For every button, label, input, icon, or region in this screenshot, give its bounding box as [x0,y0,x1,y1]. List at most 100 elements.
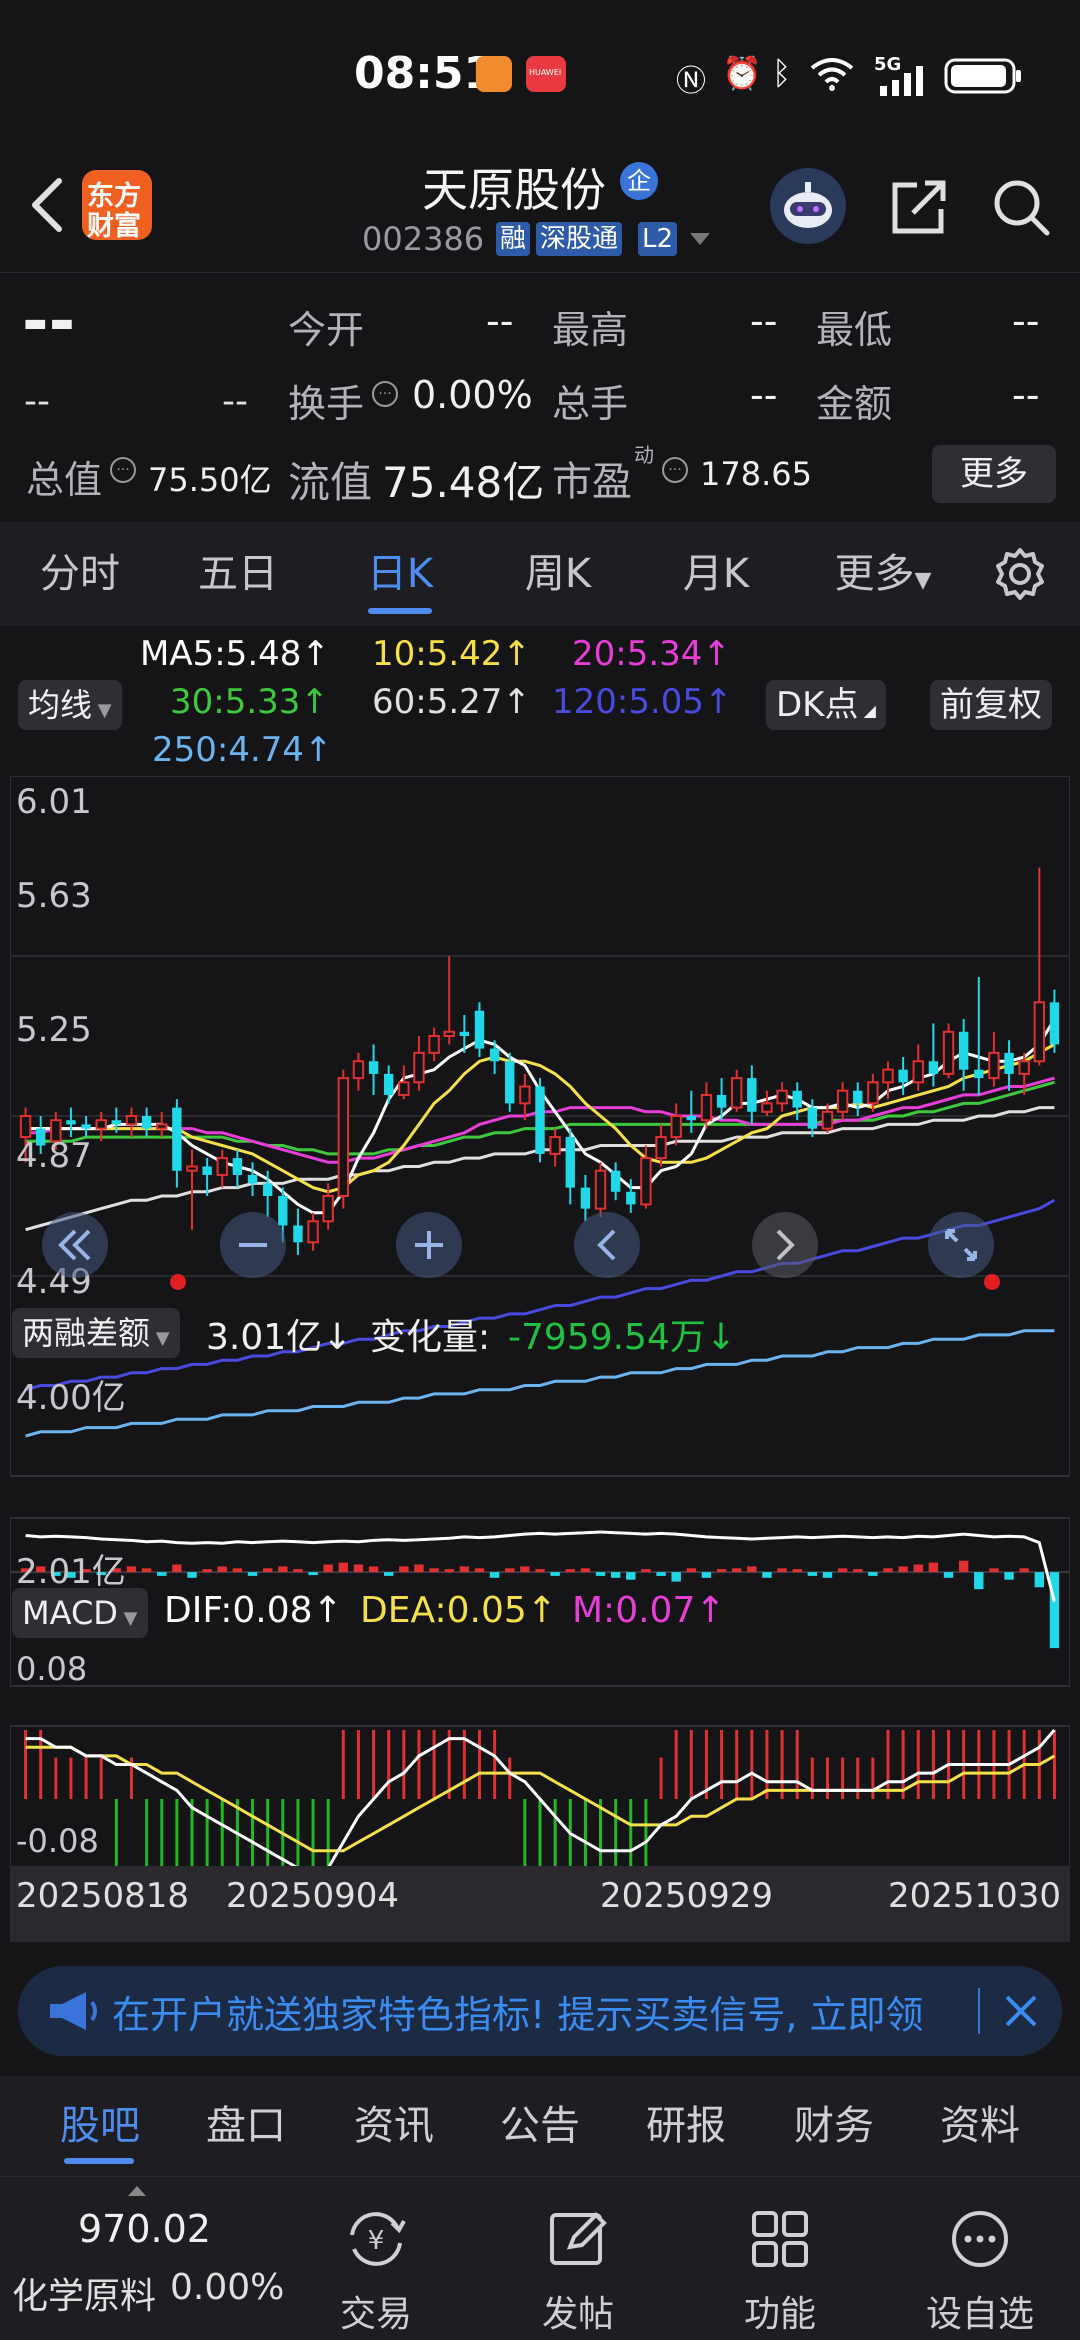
chevron-down-icon[interactable] [690,232,710,251]
margin-bar [1034,1572,1044,1588]
tab-weekly-k[interactable]: 周K [498,522,618,626]
low-label: 最低 [816,308,893,352]
ma60-legend: 60:5.27↑ [372,682,531,722]
margin-bar [943,1572,954,1578]
candle-body [958,1031,969,1070]
margin-change: -7959.54万↓ [508,1308,736,1360]
promo-banner[interactable]: 在开户就送独家特色指标! 提示买卖信号, 立即领 [18,1966,1062,2056]
info-tabs: 股吧 盘口 资讯 公告 研报 财务 资料 [0,2076,1080,2176]
more-dots-icon [952,2211,1008,2267]
dk-point-button[interactable]: DK点 ◢ [766,680,886,730]
info-icon[interactable]: ··· [662,457,688,483]
date-label: 20251030 [888,1876,1062,1916]
tab-monthly-k[interactable]: 月K [656,522,776,626]
edit-icon [550,2212,607,2265]
tab-intraday[interactable]: 分时 [20,522,140,626]
scroll-right-icon[interactable] [752,1212,818,1278]
candle-body [535,1086,545,1154]
adjust-button[interactable]: 前复权 [930,680,1052,730]
margin-bar [202,1569,212,1573]
add-watchlist-button[interactable]: 设自选 [910,2177,1050,2340]
huawei-app-icon: HUAWEI [526,56,566,92]
margin-bar [762,1572,772,1578]
eastmoney-logo[interactable]: 东方 财富 [82,170,152,242]
close-icon[interactable] [998,1988,1044,2034]
tab-finance[interactable]: 财务 [774,2076,894,2176]
caret-down-icon: ▼ [92,700,112,721]
margin-bar [323,1564,333,1573]
candle-body [565,1137,575,1188]
macd-selector[interactable]: MACD ▼ [12,1588,148,1638]
margin-bar [157,1572,167,1576]
ma20-value: 20:5.34 [572,634,703,674]
margin-bar [1004,1572,1014,1580]
functions-button[interactable]: 功能 [710,2177,850,2340]
info-icon[interactable]: ··· [372,381,398,407]
zoom-out-icon[interactable] [220,1212,286,1278]
tab-five-day[interactable]: 五日 [178,522,298,626]
candle-body [262,1183,273,1196]
search-icon[interactable] [986,172,1056,242]
trade-button[interactable]: ¥ 交易 [306,2177,446,2340]
margin-selector[interactable]: 两融差额 ▼ [12,1308,180,1358]
candle-body [670,1115,682,1139]
chart-area: MA5:5.48↑ 10:5.42↑ 20:5.34↑ 均线 ▼ 30:5.33… [0,626,1080,1946]
more-button[interactable]: 更多 [932,445,1056,503]
candle-body [792,1090,802,1108]
margin-bar [489,1572,500,1578]
tab-profile[interactable]: 资料 [920,2076,1040,2176]
grid-icon [752,2211,808,2267]
margin-bar [308,1572,318,1576]
date-label: 20250904 [226,1876,400,1916]
stock-name: 天原股份 [422,163,606,217]
scroll-left-icon[interactable] [574,1212,640,1278]
candle-body [626,1191,636,1205]
ma-selector[interactable]: 均线 ▼ [18,680,122,730]
functions-label: 功能 [743,2294,816,2335]
macd-m: M:0.07↑ [572,1590,726,1631]
settings-gear-icon[interactable] [990,544,1050,604]
tab-news[interactable]: 资讯 [334,2076,454,2176]
margin-bar [520,1566,530,1573]
quote-panel: -- -- -- 今开 -- 最高 -- 最低 -- 换手 ··· 0.00% … [0,272,1080,522]
ma10-legend: 10:5.42↑ [372,634,531,674]
margin-bar [822,1572,833,1578]
candle-body [761,1102,773,1113]
margin-selector-label: 两融差额 [22,1314,151,1352]
caret-up-icon [128,2181,146,2200]
margin-bar [777,1568,787,1573]
tab-order-book[interactable]: 盘口 [186,2076,306,2176]
megaphone-icon [46,1988,102,2038]
margin-bar [535,1569,545,1573]
margin-axis-bottom: 2.01亿 [16,1552,126,1592]
candle-body [807,1107,818,1129]
up-arrow-icon: ↑ [312,1590,343,1631]
share-icon[interactable] [884,172,954,242]
enterprise-badge: 企 [620,162,658,200]
candle-body [640,1157,652,1206]
float-value: 75.48亿 [382,458,545,507]
tab-research[interactable]: 研报 [626,2076,746,2176]
candle-body [898,1069,908,1083]
clock: 08:51 [354,48,495,99]
margin-bar [126,1566,137,1573]
date-label: 20250818 [16,1876,190,1916]
info-icon[interactable]: ··· [110,457,136,483]
tab-more[interactable]: 更多▼ [828,522,938,626]
robot-assistant-icon[interactable] [770,168,846,244]
fullscreen-icon[interactable] [928,1212,994,1278]
post-button[interactable]: 发帖 [508,2177,648,2340]
margin-bar [656,1572,666,1576]
tab-announcements[interactable]: 公告 [480,2076,600,2176]
float-value-label: 流值 [288,458,373,507]
zoom-in-icon[interactable] [396,1212,462,1278]
margin-bar [807,1572,818,1576]
candle-body [1004,1052,1014,1074]
candle-body [776,1089,788,1105]
sector-index[interactable]: 970.02 化学原料 0.00% [0,2177,290,2340]
back-button[interactable] [18,170,74,240]
margin-bar [701,1572,712,1578]
scroll-to-start-icon[interactable] [42,1212,108,1278]
margin-bar [247,1572,258,1576]
caret-down-icon: ▼ [914,568,932,593]
